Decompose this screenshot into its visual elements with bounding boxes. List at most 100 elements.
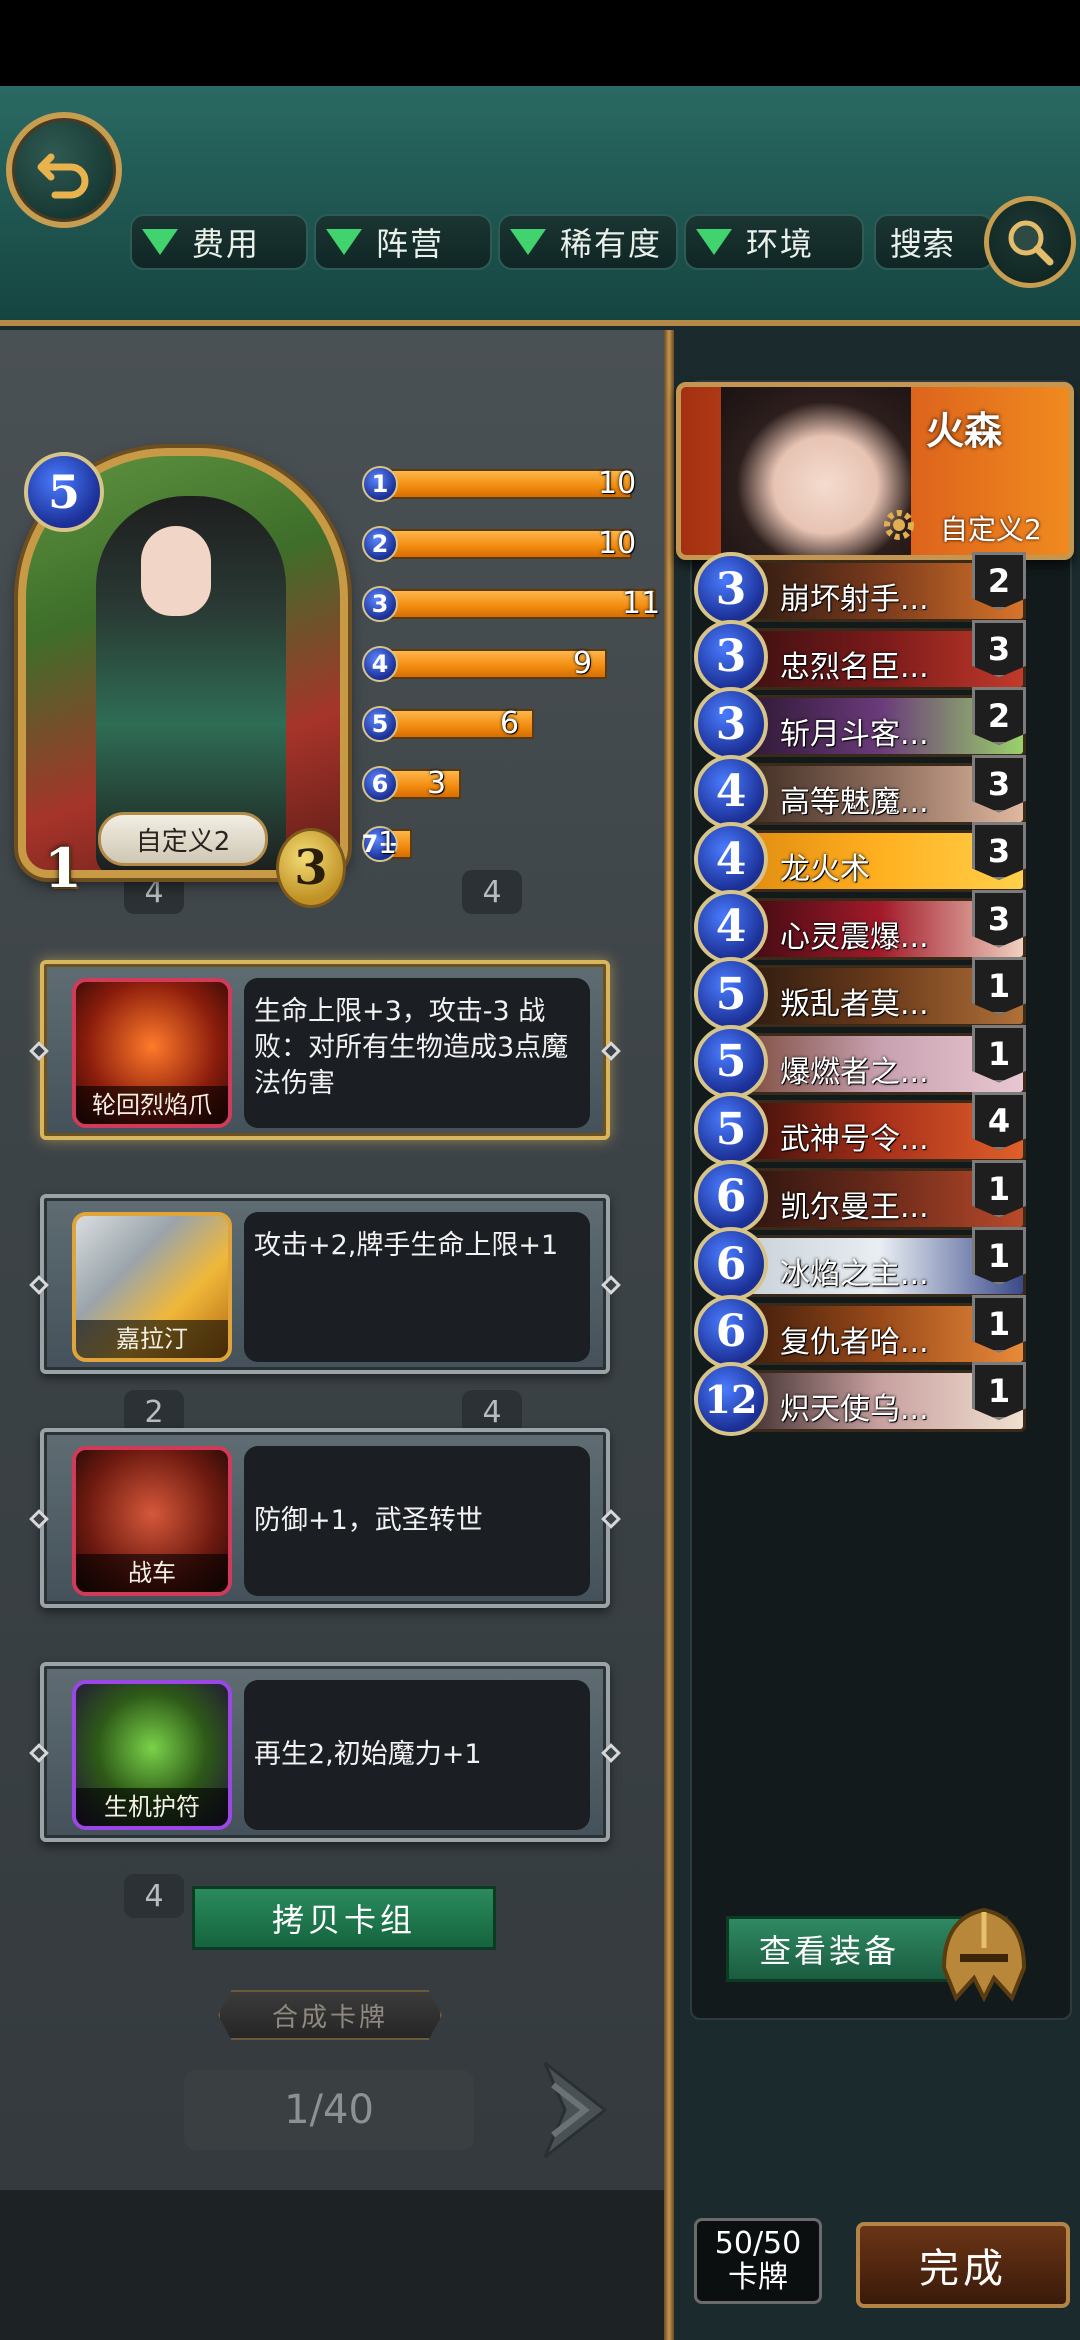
equipment-item[interactable]: 战车 防御+1，武圣转世 (29, 1428, 621, 1608)
filter-environment-button[interactable]: 环境 (684, 214, 864, 270)
hero-health: 3 (276, 828, 346, 908)
deck-hero-name: 火森 (926, 409, 1003, 453)
filter-label: 费用 (192, 225, 261, 263)
dropdown-triangle-icon (142, 229, 178, 255)
card-cost-gem: 5 (694, 1024, 768, 1099)
search-icon[interactable] (984, 196, 1076, 288)
done-button[interactable]: 完成 (856, 2222, 1070, 2308)
dropdown-triangle-icon (696, 229, 732, 255)
cost-curve-count: 6 (500, 706, 520, 741)
gear-glyph-icon (884, 510, 914, 540)
cost-curve-cost: 1 (362, 466, 398, 502)
card-name: 龙火术 (780, 852, 870, 884)
card-count-badge: 1 (972, 1024, 1026, 1083)
card-cost-gem: 5 (694, 1092, 768, 1166)
equipment-item[interactable]: 生机护符 再生2,初始魔力+1 (29, 1662, 621, 1842)
filter-label: 环境 (746, 225, 815, 263)
cost-curve-count: 10 (598, 526, 637, 561)
bg-card-count: 4 (124, 1874, 184, 1918)
dropdown-triangle-icon (510, 229, 546, 255)
equipment-item[interactable]: 嘉拉汀 攻击+2,牌手生命上限+1 (29, 1194, 621, 1374)
card-name: 斩月斗客... (780, 717, 929, 749)
card-cost-gem: 3 (694, 687, 768, 761)
card-cost-gem: 12 (694, 1362, 768, 1436)
header (0, 86, 1080, 326)
card-name: 叛乱者莫... (780, 987, 929, 1019)
equipment-description: 攻击+2,牌手生命上限+1 (244, 1212, 590, 1362)
card-cost-gem: 5 (694, 957, 768, 1031)
equipment-name: 嘉拉汀 (76, 1320, 228, 1358)
hero-face (141, 526, 211, 616)
cost-curve-count: 1 (378, 826, 398, 861)
card-cost-gem: 4 (694, 822, 768, 896)
equipment-item[interactable]: 轮回烈焰爪 生命上限+3，攻击-3 战败：对所有生物造成3点魔法伤害 (29, 960, 621, 1140)
card-name: 忠烈名臣... (780, 649, 929, 682)
cost-curve-cost: 6 (362, 766, 398, 802)
flame-claw-icon: 轮回烈焰爪 (72, 978, 232, 1128)
equipment-name: 轮回烈焰爪 (76, 1086, 228, 1124)
next-page-button[interactable] (520, 2052, 620, 2168)
card-name: 崩坏射手... (780, 582, 929, 614)
card-name: 凯尔曼王... (780, 1189, 929, 1222)
filter-cost-button[interactable]: 费用 (130, 214, 308, 270)
card-count-badge: 1 (972, 1227, 1026, 1285)
deck-card-row[interactable]: 12 炽天使乌... 1 (694, 1362, 1030, 1442)
filter-faction-button[interactable]: 阵营 (314, 214, 492, 270)
helmet-icon (924, 1898, 1044, 2008)
panel-divider (664, 330, 674, 2340)
copy-deck-button[interactable]: 拷贝卡组 (192, 1886, 496, 1950)
filter-rarity-button[interactable]: 稀有度 (498, 214, 678, 270)
back-arrow-icon (37, 153, 89, 199)
card-name: 心灵震爆... (780, 919, 929, 952)
card-name: 爆燃者之... (780, 1054, 929, 1087)
cost-curve-bar (388, 469, 632, 499)
magnifier-icon (1008, 220, 1054, 266)
equipment-description: 生命上限+3，攻击-3 战败：对所有生物造成3点魔法伤害 (244, 978, 590, 1128)
deck-name: 自定义2 (940, 513, 1042, 546)
back-button[interactable] (6, 112, 122, 228)
cost-curve-cost: 4 (362, 646, 398, 682)
card-cost-gem: 6 (694, 1159, 768, 1234)
card-name: 武神号令... (780, 1122, 929, 1154)
card-name: 高等魅魔... (780, 784, 929, 817)
equipment-name: 生机护符 (76, 1788, 228, 1826)
cost-curve-cost: 3 (362, 586, 398, 622)
cost-curve-bar (388, 529, 632, 559)
cost-curve-cost: 2 (362, 526, 398, 562)
deck-size-indicator: 50/50 卡牌 (694, 2218, 822, 2304)
card-count-badge: 2 (972, 552, 1026, 610)
card-count-badge: 2 (972, 687, 1026, 745)
card-count-badge: 3 (972, 754, 1026, 813)
equipment-description: 防御+1，武圣转世 (244, 1446, 590, 1596)
cost-curve-count: 10 (598, 466, 637, 501)
card-count-badge: 3 (972, 822, 1026, 880)
filter-label: 稀有度 (560, 225, 663, 263)
card-count-badge: 1 (972, 1362, 1026, 1420)
deck-size-label: 卡牌 (728, 2260, 788, 2295)
card-cost-gem: 3 (694, 619, 768, 694)
cost-curve-cost: 5 (362, 706, 398, 742)
cost-curve-count: 3 (427, 766, 447, 801)
card-count-badge: 3 (972, 619, 1026, 678)
equipment-name: 战车 (76, 1554, 228, 1592)
card-count-badge: 4 (972, 1092, 1026, 1150)
search-input[interactable]: 搜索 (874, 214, 994, 270)
sword-icon: 嘉拉汀 (72, 1212, 232, 1362)
cost-curve-count: 9 (573, 646, 593, 681)
card-count-badge: 1 (972, 957, 1026, 1015)
hero-attack: 1 (44, 836, 82, 900)
search-label: 搜索 (890, 225, 955, 263)
cost-curve-bar (388, 769, 461, 799)
bg-card-count: 4 (462, 870, 522, 914)
card-name: 复仇者哈... (780, 1324, 929, 1357)
gear-icon[interactable] (878, 504, 920, 546)
synthesize-card-button[interactable]: 合成卡牌 (218, 1990, 442, 2040)
cost-curve-count: 11 (622, 586, 661, 621)
card-count-badge: 1 (972, 1294, 1026, 1353)
card-cost-gem: 6 (694, 1294, 768, 1369)
card-name: 冰焰之主... (780, 1257, 929, 1289)
status-bar (0, 0, 1080, 86)
hero-cost-gem: 5 (24, 452, 104, 532)
card-count-badge: 1 (972, 1159, 1026, 1218)
cost-curve-bar (388, 589, 656, 619)
